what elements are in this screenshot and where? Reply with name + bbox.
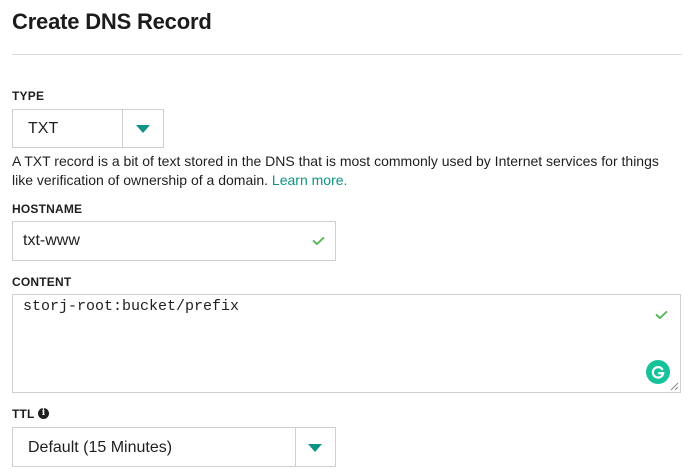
chevron-down-icon[interactable]: [136, 125, 150, 133]
ttl-select[interactable]: Default (15 Minutes): [12, 427, 336, 467]
ttl-select-value: Default (15 Minutes): [28, 439, 173, 456]
hostname-input-value: txt-www: [23, 232, 80, 249]
page-title: Create DNS Record: [12, 9, 212, 34]
resize-handle-icon[interactable]: [669, 381, 679, 391]
grammarly-icon[interactable]: [646, 360, 670, 384]
info-icon[interactable]: i: [38, 408, 49, 419]
type-help-text: A TXT record is a bit of text stored in …: [12, 152, 682, 190]
type-label: TYPE: [12, 89, 45, 103]
hostname-label: HOSTNAME: [12, 202, 83, 216]
hostname-input[interactable]: txt-www: [12, 221, 336, 261]
type-select[interactable]: TXT: [12, 109, 164, 148]
ttl-label: TTL: [12, 407, 35, 421]
chevron-down-icon[interactable]: [308, 444, 322, 452]
content-textarea[interactable]: storj-root:bucket/prefix: [12, 294, 681, 393]
content-label: CONTENT: [12, 275, 72, 289]
ttl-label-text: TTL: [12, 407, 35, 421]
learn-more-link[interactable]: Learn more.: [272, 172, 347, 188]
type-select-value: TXT: [28, 120, 59, 137]
checkmark-icon: [655, 311, 668, 319]
checkmark-icon: [312, 237, 325, 245]
content-textarea-value: storj-root:bucket/prefix: [23, 298, 240, 315]
create-dns-record-form: Create DNS Record TYPE TXT A TXT record …: [0, 0, 688, 474]
title-divider: [12, 54, 682, 55]
ttl-select-separator: [295, 428, 296, 466]
type-select-separator: [122, 110, 123, 147]
